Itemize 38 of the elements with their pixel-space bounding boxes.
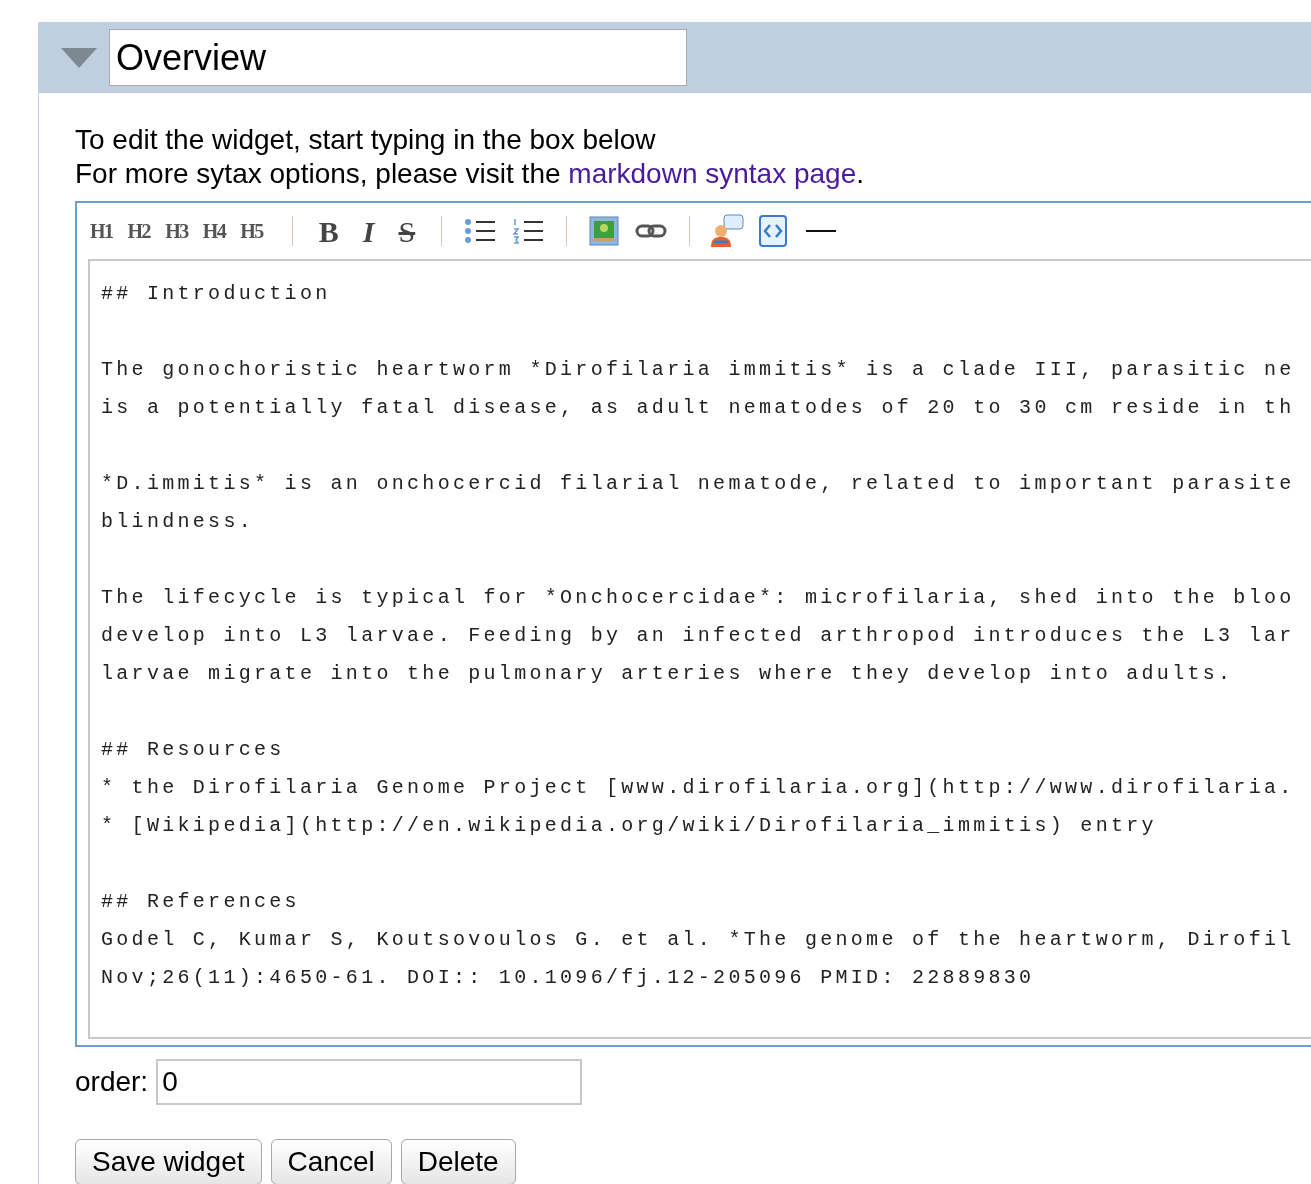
delete-button[interactable]: Delete [400, 1139, 516, 1184]
instruction-text: For more sytax options, please visit the markdown syntax page. [75, 157, 866, 191]
link-icon[interactable] [635, 223, 668, 239]
editor-line: *D.immitis* is an onchocercid filarial nematode, related to important parasite [101, 471, 1295, 497]
heading-button[interactable]: H5 [240, 216, 263, 246]
italic-button[interactable]: I [362, 208, 375, 254]
editor-line: develop into L3 larvae. Feeding by an infected arthropod introduces the L3 lar [101, 623, 1295, 649]
horizontal-rule-icon[interactable] [806, 229, 837, 233]
user-speech-icon[interactable] [710, 214, 745, 248]
save-widget-button[interactable]: Save widget [75, 1139, 262, 1184]
order-field[interactable]: 0 [156, 1059, 583, 1105]
editor-line: ## Introduction [101, 281, 331, 307]
cancel-button[interactable]: Cancel [270, 1139, 392, 1184]
title-field[interactable]: Overview [109, 29, 687, 86]
editor-line: ## References [101, 889, 300, 915]
editor-line: is a potentially fatal disease, as adult nematodes of 20 to 30 cm reside in th [101, 395, 1295, 421]
heading-button[interactable]: H3 [165, 216, 188, 246]
editor-line: larvae migrate into the pulmonary arteries where they develop into adults. [101, 661, 1234, 687]
heading-button[interactable]: H1 [90, 216, 113, 246]
numbered-list-icon[interactable] [512, 217, 545, 245]
editor-line: ## Resources [101, 737, 285, 763]
editor-line: blindness. [101, 509, 255, 535]
editor-line: Godel C, Kumar S, Koutsovoulos G. et al. *The genome of the heartworm, Dirofil [101, 927, 1295, 953]
editor-line: Nov;26(11):4650-61. DOI:: 10.1096/fj.12-205096 PMID: 22889830 [101, 965, 1035, 991]
editor-line: The gonochoristic heartworm *Dirofilaria immitis* is a clade III, parasitic ne [101, 357, 1295, 383]
editor-line: The lifecycle is typical for *Onchocercidae*: microfilaria, shed into the bloo [101, 585, 1295, 611]
order-label: order: [75, 1065, 149, 1099]
heading-button[interactable]: H2 [127, 216, 151, 246]
editor-line: * [Wikipedia](http://en.wikipedia.org/wiki/Dirofilaria_immitis) entry [101, 813, 1157, 839]
image-icon[interactable] [589, 216, 620, 246]
bulleted-list-icon[interactable] [464, 217, 497, 245]
bold-button[interactable]: B [318, 208, 339, 254]
instruction-text: To edit the widget, start typing in the box below [75, 123, 657, 157]
editor-line: * the Dirofilaria Genome Project [www.dirofilaria.org](http://www.dirofilaria. [101, 775, 1295, 801]
markdown-syntax-link[interactable]: markdown syntax page [568, 158, 857, 189]
markdown-editor[interactable] [88, 259, 1311, 1039]
strikethrough-button[interactable]: S [398, 208, 416, 254]
heading-button[interactable]: H4 [202, 216, 226, 246]
